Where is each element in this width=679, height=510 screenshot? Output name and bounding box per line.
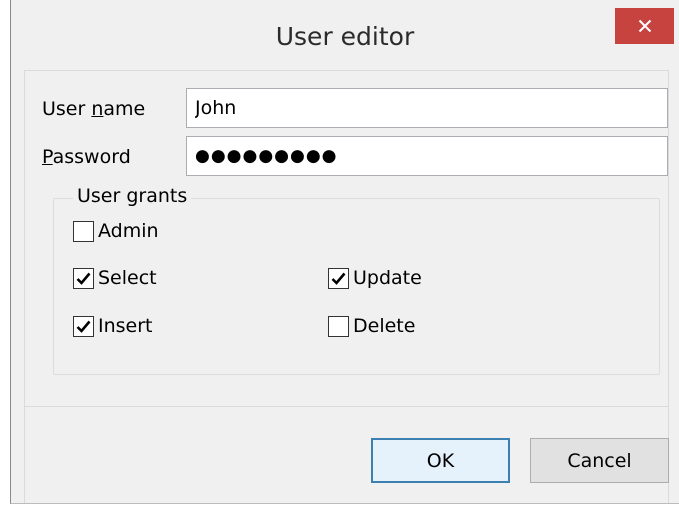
close-button[interactable]: [615, 8, 674, 44]
username-label: User name: [42, 98, 146, 120]
checkbox-delete[interactable]: Delete: [328, 315, 415, 337]
checkbox-box[interactable]: [73, 220, 94, 242]
checkbox-update[interactable]: Update: [328, 267, 422, 289]
password-label: Password: [42, 146, 131, 168]
checkbox-label: Admin: [98, 220, 159, 242]
close-icon: [638, 19, 651, 33]
title-bar[interactable]: User editor: [11, 0, 679, 72]
window-title: User editor: [275, 22, 415, 51]
checkbox-box[interactable]: [328, 267, 349, 289]
username-input[interactable]: [186, 88, 668, 128]
dialog-content: User name Password ●●●●●●●●● User grants…: [24, 70, 669, 503]
user-editor-window: User editor User name Password ●●●●●●●●●…: [10, 0, 679, 504]
checkbox-select[interactable]: Select: [73, 267, 157, 289]
password-input[interactable]: ●●●●●●●●●: [186, 136, 668, 176]
user-grants-legend: User grants: [73, 185, 192, 207]
checkbox-label: Delete: [353, 315, 416, 337]
cancel-button[interactable]: Cancel: [530, 438, 669, 483]
checkbox-box[interactable]: [73, 315, 94, 337]
checkbox-label: Select: [98, 267, 157, 289]
footer-divider: [25, 406, 668, 407]
checkbox-label: Insert: [98, 315, 153, 337]
checkbox-label: Update: [353, 267, 422, 289]
checkmark-icon: [76, 272, 91, 285]
ok-button[interactable]: OK: [371, 438, 510, 483]
checkbox-insert[interactable]: Insert: [73, 315, 153, 337]
checkbox-box[interactable]: [328, 315, 349, 337]
password-mask: ●●●●●●●●●: [195, 146, 338, 166]
checkmark-icon: [331, 272, 346, 285]
checkmark-icon: [76, 320, 91, 333]
checkbox-box[interactable]: [73, 267, 94, 289]
checkbox-admin[interactable]: Admin: [73, 220, 159, 242]
